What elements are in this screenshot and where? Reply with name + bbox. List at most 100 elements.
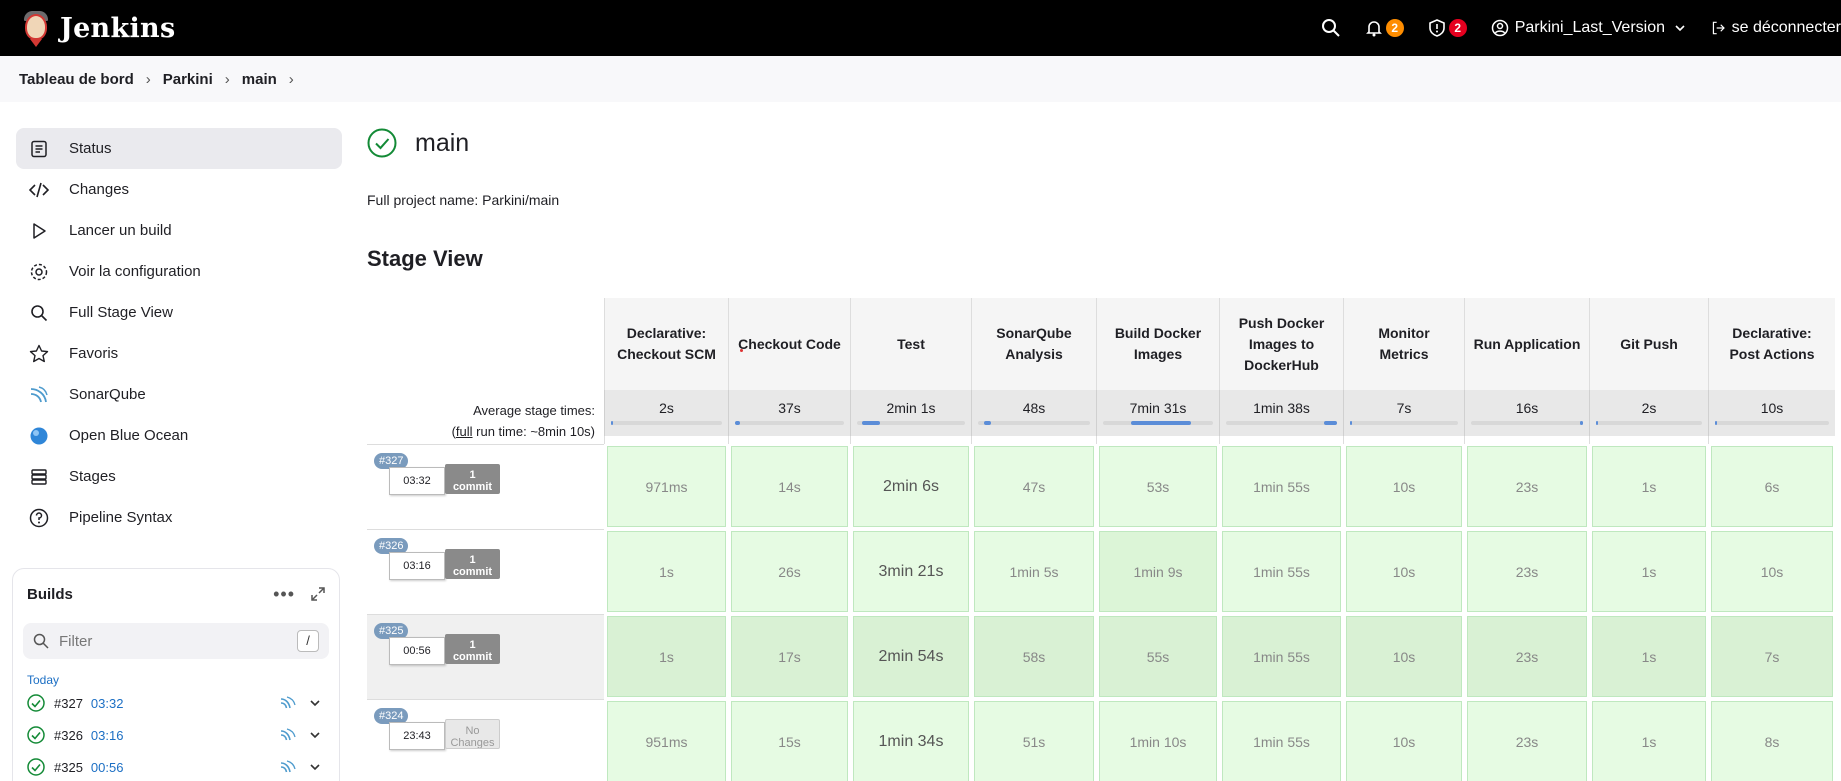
stage-cell[interactable]: 58s (971, 614, 1096, 699)
stage-cell[interactable]: 8s (1708, 699, 1835, 781)
run-changes[interactable]: No Changes (445, 719, 500, 749)
builds-group-label: Today (27, 673, 60, 687)
user-name: Parkini_Last_Version (1514, 19, 1665, 36)
stage-view: Average stage times: (full run time: ~8m… (367, 298, 1841, 781)
stage-cell[interactable]: 1s (604, 529, 728, 614)
run-changes[interactable]: 1 commit (445, 634, 500, 664)
stage-cell[interactable]: 1min 34s (850, 699, 971, 781)
stage-cell[interactable]: 6s (1708, 444, 1835, 529)
stage-cell[interactable]: 51s (971, 699, 1096, 781)
stage-cell[interactable]: 10s (1343, 529, 1464, 614)
stage-cell[interactable]: 47s (971, 444, 1096, 529)
run-row: #324 23:43 No Changes (367, 699, 605, 781)
stage-cell[interactable]: 3min 21s (850, 529, 971, 614)
stage-cell[interactable]: 1min 55s (1219, 529, 1343, 614)
stage-progress-bar (611, 421, 722, 425)
search-button[interactable] (1321, 18, 1341, 38)
chevron-down-icon[interactable] (309, 697, 321, 709)
chevron-down-icon[interactable] (309, 761, 321, 773)
console-output-icon[interactable] (279, 728, 297, 742)
stage-cell[interactable]: 7s (1708, 614, 1835, 699)
chevron-right-icon[interactable]: › (289, 71, 294, 88)
stage-name: Declarative: Post Actions (1729, 325, 1815, 362)
stage-duration: 10s (1346, 446, 1462, 527)
stage-cell[interactable]: 1s (1589, 444, 1708, 529)
logout-link[interactable]: se déconnecter (1711, 19, 1841, 37)
run-changes[interactable]: 1 commit (445, 549, 500, 579)
stage-cell[interactable]: 1min 5s (971, 529, 1096, 614)
chevron-down-icon[interactable] (309, 729, 321, 741)
breadcrumb-dashboard[interactable]: Tableau de bord (19, 71, 134, 88)
stage-cell[interactable]: 23s (1464, 614, 1589, 699)
stage-cell[interactable]: 1s (1589, 529, 1708, 614)
security-button[interactable]: 2 (1428, 19, 1467, 37)
build-list-item[interactable]: #326 03:16 (13, 719, 339, 751)
build-number[interactable]: #326 (54, 728, 83, 743)
stage-duration: 1s (607, 531, 726, 612)
sidebar-item-stages[interactable]: Stages (16, 456, 342, 497)
builds-filter-input[interactable]: Filter / (23, 623, 329, 659)
breadcrumb-parkini[interactable]: Parkini (163, 71, 213, 88)
jenkins-home-link[interactable]: Jenkins (18, 8, 175, 48)
stage-cell[interactable]: 10s (1708, 529, 1835, 614)
stage-cell[interactable]: 10s (1343, 614, 1464, 699)
stage-cell[interactable]: 1min 55s (1219, 614, 1343, 699)
stage-cell[interactable]: 26s (728, 529, 850, 614)
stage-cell[interactable]: 1min 10s (1096, 699, 1219, 781)
stage-name: Build Docker Images (1114, 325, 1202, 362)
sidebar-item-build[interactable]: Lancer un build (16, 210, 342, 251)
build-list-item[interactable]: #327 03:32 (13, 687, 339, 719)
expand-icon[interactable] (311, 587, 325, 601)
stage-average-time: 2min 1s (850, 390, 971, 436)
build-time: 03:16 (90, 727, 124, 743)
notifications-button[interactable]: 2 (1365, 19, 1404, 37)
stage-cell[interactable]: 1s (1589, 699, 1708, 781)
stage-cell[interactable]: 2min 54s (850, 614, 971, 699)
stage-cell[interactable]: 23s (1464, 529, 1589, 614)
breadcrumb-main[interactable]: main (242, 71, 277, 88)
stage-cell[interactable]: 23s (1464, 444, 1589, 529)
sidebar-item-blue-ocean[interactable]: Open Blue Ocean (16, 415, 342, 456)
notifications-badge: 2 (1385, 19, 1404, 37)
stage-cell[interactable]: 1min 55s (1219, 699, 1343, 781)
stage-column: Git Push 2s 1s 1s 1s 1s (1589, 298, 1708, 781)
console-output-icon[interactable] (279, 696, 297, 710)
stage-header: Git Push (1589, 298, 1708, 390)
stage-cell[interactable]: 1s (604, 614, 728, 699)
stage-cell[interactable]: 55s (1096, 614, 1219, 699)
build-list-item[interactable]: #325 00:56 (13, 751, 339, 781)
sidebar-item-sonarqube[interactable]: SonarQube (16, 374, 342, 415)
stage-cell[interactable]: 1min 55s (1219, 444, 1343, 529)
stage-cell[interactable]: 1min 9s (1096, 529, 1219, 614)
stage-cell[interactable]: 14s (728, 444, 850, 529)
stage-header: Build Docker Images (1096, 298, 1219, 390)
stage-cell[interactable]: 23s (1464, 699, 1589, 781)
sidebar-item-changes[interactable]: Changes (16, 169, 342, 210)
stage-cell[interactable]: 15s (728, 699, 850, 781)
stage-cell[interactable]: 1s (1589, 614, 1708, 699)
stage-cell[interactable]: 10s (1343, 699, 1464, 781)
sidebar-item-status[interactable]: Status (16, 128, 342, 169)
stage-cell[interactable]: 2min 6s (850, 444, 971, 529)
stage-average-time: 10s (1708, 390, 1835, 436)
top-bar: Jenkins 2 2 Parkini_Last_Version se déco… (0, 0, 1841, 56)
full-run-link[interactable]: full (456, 424, 473, 439)
stage-cell[interactable]: 53s (1096, 444, 1219, 529)
sidebar-item-label: Lancer un build (69, 222, 172, 239)
more-options-icon[interactable]: ••• (273, 584, 295, 605)
sidebar-item-favorites[interactable]: Favoris (16, 333, 342, 374)
run-changes[interactable]: 1 commit (445, 464, 500, 494)
stage-progress-fill (1596, 421, 1599, 425)
console-output-icon[interactable] (279, 760, 297, 774)
build-number[interactable]: #325 (54, 760, 83, 775)
sidebar-item-configuration[interactable]: Voir la configuration (16, 251, 342, 292)
stage-cell[interactable]: 951ms (604, 699, 728, 781)
stage-cell[interactable]: 971ms (604, 444, 728, 529)
user-menu[interactable]: Parkini_Last_Version (1491, 19, 1687, 37)
sidebar-item-full-stage-view[interactable]: Full Stage View (16, 292, 342, 333)
stage-cell[interactable]: 10s (1343, 444, 1464, 529)
build-number[interactable]: #327 (54, 696, 83, 711)
stage-cell[interactable]: 17s (728, 614, 850, 699)
stage-duration: 3min 21s (853, 531, 969, 612)
sidebar-item-pipeline-syntax[interactable]: Pipeline Syntax (16, 497, 342, 538)
